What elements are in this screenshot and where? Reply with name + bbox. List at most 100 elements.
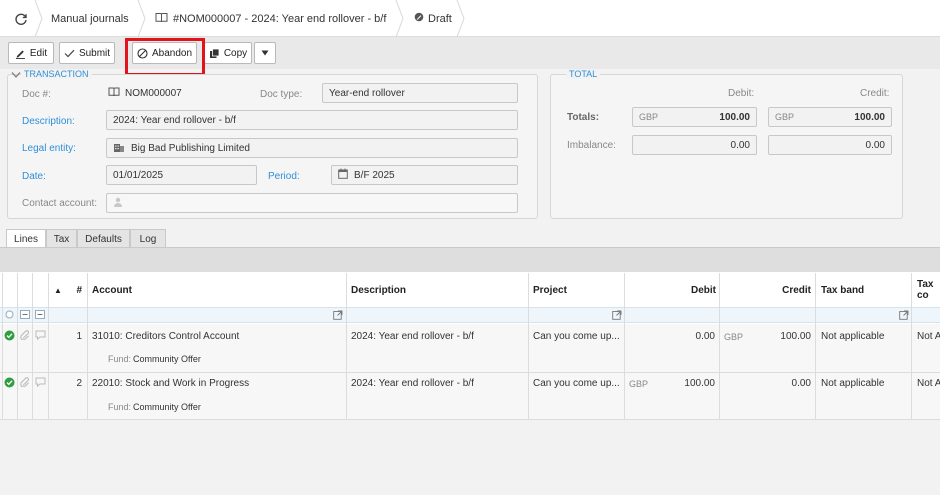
project-cell[interactable]: Can you come up... xyxy=(533,330,620,343)
breadcrumb-separator xyxy=(34,0,44,37)
comment-icon[interactable] xyxy=(35,377,46,390)
date-field[interactable]: 01/01/2025 xyxy=(106,165,257,185)
debit-cell[interactable]: 100.00 xyxy=(625,377,715,390)
breadcrumb-separator xyxy=(395,0,405,37)
legal-entity-label: Legal entity: xyxy=(22,143,76,154)
fund-label: Fund: xyxy=(108,354,132,364)
highlight-box xyxy=(125,38,205,76)
date-label: Date: xyxy=(22,171,46,182)
column-header-tax-code[interactable]: Tax co xyxy=(917,273,940,307)
attachment-icon[interactable] xyxy=(20,330,30,343)
column-divider xyxy=(911,273,912,420)
row-divider xyxy=(0,372,940,373)
refresh-icon[interactable] xyxy=(12,0,30,37)
calendar-icon xyxy=(338,168,348,182)
copy-label: Copy xyxy=(223,47,248,59)
debit-header: Debit: xyxy=(728,88,755,99)
filter-circle-icon[interactable] xyxy=(5,310,14,322)
column-header-tax-band[interactable]: Tax band xyxy=(821,273,865,307)
totals-credit-value: 100.00 xyxy=(854,111,885,123)
totals-credit-field: GBP 100.00 xyxy=(768,107,892,127)
account-cell[interactable]: 31010: Creditors Control Account xyxy=(92,330,239,343)
credit-header: Credit: xyxy=(860,88,890,99)
submit-button[interactable]: Submit xyxy=(59,42,115,64)
account-lookup-icon[interactable] xyxy=(333,310,343,323)
sort-indicator[interactable]: ▲ xyxy=(50,273,66,307)
column-divider xyxy=(17,273,18,420)
debit-cell[interactable]: 0.00 xyxy=(625,330,715,343)
account-cell[interactable]: 22010: Stock and Work in Progress xyxy=(92,377,249,390)
column-header-debit[interactable]: Debit xyxy=(625,273,716,307)
copy-button[interactable]: Copy xyxy=(204,42,252,64)
legal-entity-field[interactable]: Big Bad Publishing Limited xyxy=(106,138,518,158)
fund-value: Community Offer xyxy=(133,354,201,364)
tab-tax[interactable]: Tax xyxy=(46,229,77,248)
period-value: B/F 2025 xyxy=(354,169,395,181)
doc-type-value: Year-end rollover xyxy=(329,87,405,99)
tab-defaults[interactable]: Defaults xyxy=(77,229,130,248)
description-cell[interactable]: 2024: Year end rollover - b/f xyxy=(351,330,474,343)
date-value: 01/01/2025 xyxy=(113,169,164,181)
tax-code-cell[interactable]: Not A xyxy=(917,330,940,343)
column-divider xyxy=(32,273,33,420)
status-check-icon xyxy=(4,377,15,391)
tab-lines[interactable]: Lines xyxy=(6,229,46,249)
column-divider xyxy=(624,273,625,420)
breadcrumb-document[interactable]: #NOM000007 - 2024: Year end rollover - b… xyxy=(155,0,386,37)
empty-area xyxy=(0,420,940,495)
project-lookup-icon[interactable] xyxy=(612,310,622,323)
credit-cell[interactable]: 0.00 xyxy=(720,377,811,390)
imbalance-debit-field: 0.00 xyxy=(632,135,757,155)
doc-number: NOM000007 xyxy=(108,87,182,100)
doc-type-field: Year-end rollover xyxy=(322,83,518,103)
fund-value: Community Offer xyxy=(133,402,201,412)
row-number: 1 xyxy=(76,331,82,342)
breadcrumb-manual-journals[interactable]: Manual journals xyxy=(51,0,129,37)
status-badge: Draft xyxy=(414,0,452,37)
column-header-account[interactable]: Account xyxy=(92,273,132,307)
status-check-icon xyxy=(4,330,15,344)
column-divider xyxy=(528,273,529,420)
tax-band-cell[interactable]: Not applicable xyxy=(821,377,884,390)
tax-band-lookup-icon[interactable] xyxy=(899,310,909,323)
description-field[interactable]: 2024: Year end rollover - b/f xyxy=(106,110,518,130)
doc-number-label: Doc #: xyxy=(22,89,51,100)
column-header-number[interactable]: # xyxy=(66,273,86,307)
period-field[interactable]: B/F 2025 xyxy=(331,165,518,185)
transaction-legend: TRANSACTION xyxy=(21,69,92,79)
period-label: Period: xyxy=(268,171,300,182)
totals-label: Totals: xyxy=(567,112,600,123)
column-divider xyxy=(719,273,720,420)
credit-cell[interactable]: 100.00 xyxy=(720,330,811,343)
column-header-credit[interactable]: Credit xyxy=(720,273,811,307)
total-legend: TOTAL xyxy=(566,69,601,79)
project-cell[interactable]: Can you come up... xyxy=(533,377,620,390)
status-label: Draft xyxy=(428,12,452,25)
description-cell[interactable]: 2024: Year end rollover - b/f xyxy=(351,377,474,390)
tab-log[interactable]: Log xyxy=(130,229,166,248)
contact-account-label: Contact account: xyxy=(22,198,98,209)
breadcrumb-separator xyxy=(137,0,147,37)
pencil-icon xyxy=(15,48,26,59)
edit-button[interactable]: Edit xyxy=(8,42,54,64)
caret-down-icon xyxy=(261,50,269,56)
copy-dropdown-button[interactable] xyxy=(254,42,276,64)
currency-label: GBP xyxy=(775,112,795,122)
column-divider xyxy=(87,273,88,420)
tax-code-cell[interactable]: Not A xyxy=(917,377,940,390)
building-icon xyxy=(113,141,125,155)
contact-account-field[interactable] xyxy=(106,193,518,213)
comment-icon[interactable] xyxy=(35,330,46,343)
filter-minus-icon[interactable] xyxy=(35,310,45,322)
tax-band-cell[interactable]: Not applicable xyxy=(821,330,884,343)
column-header-description[interactable]: Description xyxy=(351,273,407,307)
draft-icon xyxy=(414,12,424,25)
filter-minus-icon[interactable] xyxy=(20,310,30,322)
copy-icon xyxy=(209,48,220,59)
column-header-project[interactable]: Project xyxy=(533,273,567,307)
collapse-chevron-icon[interactable] xyxy=(11,71,21,82)
book-icon xyxy=(155,12,168,26)
filter-row xyxy=(0,307,940,323)
attachment-icon[interactable] xyxy=(20,377,30,390)
column-divider xyxy=(48,273,49,420)
